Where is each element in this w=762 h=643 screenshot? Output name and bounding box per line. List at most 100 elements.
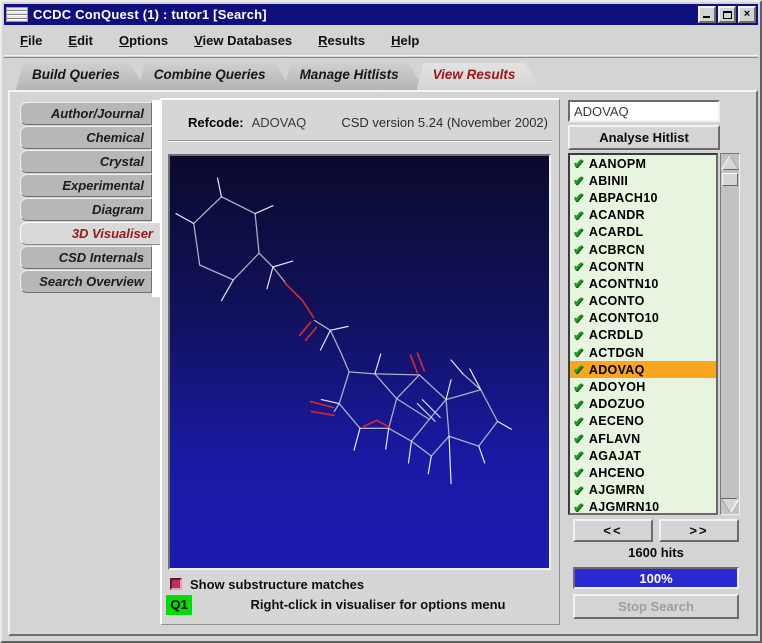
show-matches-row: Show substructure matches [170, 576, 364, 592]
hitlist-row[interactable]: ✔ AFLAVN [570, 430, 716, 447]
checkmark-icon: ✔ [573, 277, 584, 290]
tab-build-queries[interactable]: Build Queries [16, 63, 146, 90]
scroll-down-icon[interactable] [722, 499, 738, 512]
hitlist-row[interactable]: ✔AHCENO [570, 464, 716, 481]
sidebar-item-search-overview[interactable]: Search Overview [20, 270, 152, 293]
maximize-button[interactable] [718, 6, 736, 23]
visualiser-hint-text: Right-click in visualiser for options me… [206, 597, 550, 612]
hit-refcode: AFLAVN [589, 432, 641, 446]
tab-row: Build QueriesCombine QueriesManage Hitli… [16, 63, 533, 90]
query-badge: Q1 [166, 595, 192, 615]
checkmark-icon: ✔ [573, 449, 584, 462]
window-title: CCDC ConQuest (1) : tutor1 [Search] [33, 7, 267, 22]
hitlist-row[interactable]: ✔ ACONTN [570, 258, 716, 275]
hitlist-row[interactable]: ✔ACONTO10 [570, 310, 716, 327]
checkmark-icon: ✔ [573, 191, 584, 204]
hitlist-row[interactable]: ✔ABINII [570, 172, 716, 189]
menu-help[interactable]: Help [391, 33, 419, 48]
hitlist-row[interactable]: ✔ ACARDL [570, 224, 716, 241]
checkmark-icon: ✔ [573, 157, 584, 170]
checkmark-icon: ✔ [573, 381, 584, 394]
hit-refcode: ACRDLD [589, 328, 644, 342]
minimize-button[interactable] [698, 6, 716, 23]
sidebar-item-crystal[interactable]: Crystal [20, 150, 152, 173]
previous-hit-button[interactable]: << [573, 519, 653, 542]
checkmark-icon: ✔ [573, 398, 584, 411]
next-hit-button[interactable]: >> [659, 519, 739, 542]
hit-refcode: AECENO [589, 414, 644, 428]
hitlist-row[interactable]: ✔AGAJAT [570, 447, 716, 464]
hitlist-row[interactable]: ✔ ADOZUO [570, 396, 716, 413]
close-button[interactable]: × [738, 6, 756, 23]
hit-refcode: ADOZUO [589, 397, 645, 411]
sidebar-item-author-journal[interactable]: Author/Journal [20, 102, 152, 125]
hitlist-row[interactable]: ✔ACRDLD [570, 327, 716, 344]
sidebar-item-3d-visualiser[interactable]: 3D Visualiser [20, 222, 161, 245]
menu-file[interactable]: File [20, 33, 42, 48]
hit-refcode: ACONTO [589, 294, 645, 308]
hitlist-scrollbar[interactable] [720, 153, 740, 515]
hit-refcode: ABINII [589, 174, 628, 188]
hit-refcode: AJGMRN10 [589, 500, 659, 514]
hitlist-row[interactable]: ✔ACONTN10 [570, 275, 716, 292]
analyse-hitlist-button[interactable]: Analyse Hitlist [568, 125, 720, 150]
hitlist-row[interactable]: ✔ ABPACH10 [570, 189, 716, 206]
hitlist-row[interactable]: ✔ACTDGN [570, 344, 716, 361]
hitlist[interactable]: ✔AANOPM✔ABINII✔ABPACH10✔ACANDR✔ACARDL✔AC… [568, 153, 718, 515]
hitlist-row[interactable]: ✔ACANDR [570, 207, 716, 224]
checkmark-icon: ✔ [573, 501, 584, 514]
checkmark-icon: ✔ [573, 260, 584, 273]
checkmark-icon: ✔ [573, 226, 584, 239]
hitlist-row[interactable]: ✔ AJGMRN10 [570, 499, 716, 515]
scroll-up-icon[interactable] [722, 156, 738, 169]
menu-separator [4, 55, 758, 58]
sidebar-item-experimental[interactable]: Experimental [20, 174, 152, 197]
3d-visualiser-canvas[interactable] [168, 154, 551, 570]
sidebar-item-diagram[interactable]: Diagram [20, 198, 152, 221]
window-menu-icon[interactable] [6, 7, 28, 22]
viewer-separator [168, 140, 552, 142]
checkmark-icon: ✔ [573, 243, 584, 256]
stop-search-button[interactable]: Stop Search [573, 594, 739, 619]
show-matches-checkbox[interactable] [170, 578, 182, 590]
menu-results[interactable]: Results [318, 33, 365, 48]
menu-edit[interactable]: Edit [68, 33, 93, 48]
maximize-icon [723, 11, 732, 19]
viewer-header: Refcode: ADOVAQ CSD version 5.24 (Novemb… [188, 112, 548, 132]
sidebar: Author/JournalChemicalCrystalExperimenta… [20, 102, 161, 294]
search-progress-bar: 100% [573, 567, 739, 589]
hitlist-row[interactable]: ✔AJGMRN [570, 482, 716, 499]
tab-manage-hitlists[interactable]: Manage Hitlists [284, 63, 425, 90]
sidebar-item-csd-internals[interactable]: CSD Internals [20, 246, 152, 269]
close-icon: × [744, 9, 750, 20]
sidebar-item-chemical[interactable]: Chemical [20, 126, 152, 149]
hit-refcode: ADOVAQ [589, 363, 645, 377]
menu-view-databases[interactable]: View Databases [194, 33, 292, 48]
menu-options[interactable]: Options [119, 33, 168, 48]
hit-refcode: ABPACH10 [589, 191, 658, 205]
hitlist-row[interactable]: ✔ACBRCN [570, 241, 716, 258]
hitlist-row[interactable]: ✔AECENO [570, 413, 716, 430]
title-bar[interactable]: CCDC ConQuest (1) : tutor1 [Search] × [4, 4, 758, 25]
hit-refcode: AANOPM [589, 157, 646, 171]
hitlist-row[interactable]: ✔ ADOVAQ [570, 361, 716, 378]
hits-count: 1600 hits [573, 545, 739, 560]
hitlist-row[interactable]: ✔ AANOPM [570, 155, 716, 172]
minimize-icon [703, 16, 710, 18]
checkmark-icon: ✔ [573, 466, 584, 479]
hitlist-row[interactable]: ✔ACONTO [570, 293, 716, 310]
checkmark-icon: ✔ [573, 346, 584, 359]
refcode-search-input[interactable] [568, 100, 720, 122]
tab-combine-queries[interactable]: Combine Queries [138, 63, 292, 90]
checkmark-icon: ✔ [573, 432, 584, 445]
csd-version-text: CSD version 5.24 (November 2002) [341, 115, 548, 130]
hitlist-row[interactable]: ✔ADOYOH [570, 378, 716, 395]
checkmark-icon: ✔ [573, 363, 584, 376]
hit-refcode: ACONTN [589, 260, 644, 274]
hit-refcode: ACARDL [589, 225, 644, 239]
checkmark-icon: ✔ [573, 209, 584, 222]
show-matches-label: Show substructure matches [190, 577, 364, 592]
scrollbar-thumb[interactable] [722, 173, 738, 186]
tab-view-results[interactable]: View Results [417, 63, 542, 90]
refcode-label: Refcode: [188, 115, 244, 130]
